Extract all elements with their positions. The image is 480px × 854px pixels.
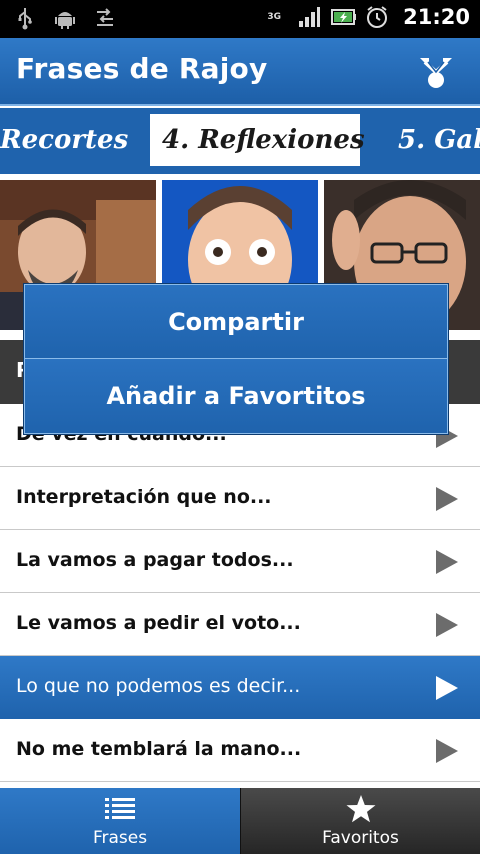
list-icon: [104, 794, 136, 824]
chevron-right-icon: [436, 676, 458, 700]
signal-icon: [297, 5, 321, 29]
network-type-label: 3G: [267, 11, 281, 22]
app-header: Frases de Rajoy: [0, 38, 480, 106]
list-item-label: La vamos a pagar todos...: [16, 549, 294, 571]
chevron-right-icon: [436, 613, 458, 637]
list-item[interactable]: Le vamos a pedir el voto...: [0, 593, 480, 656]
share-icon[interactable]: [416, 52, 456, 92]
nav-frases[interactable]: Frases: [0, 788, 240, 854]
battery-charging-icon: [331, 5, 357, 29]
nav-favoritos[interactable]: Favoritos: [240, 788, 480, 854]
list-item[interactable]: Interpretación que no...: [0, 467, 480, 530]
category-tabs: Recortes 4. Reflexiones 5. Gal: [0, 108, 480, 174]
list-item[interactable]: No me temblará la mano...: [0, 719, 480, 782]
usb-icon: [14, 6, 36, 30]
app-title: Frases de Rajoy: [16, 52, 268, 85]
alarm-icon: [365, 5, 388, 29]
tab-gal[interactable]: 5. Gal: [386, 114, 480, 166]
chevron-right-icon: [436, 487, 458, 511]
data-sync-icon: [94, 6, 116, 30]
list-item-label: Lo que no podemos es decir...: [16, 675, 301, 697]
star-icon: [345, 794, 377, 824]
chevron-right-icon: [436, 739, 458, 763]
bottom-nav: Frases Favoritos: [0, 788, 480, 854]
list-item-selected[interactable]: Lo que no podemos es decir...: [0, 656, 480, 719]
list-item-label: Le vamos a pedir el voto...: [16, 612, 301, 634]
android-debug-icon: [54, 6, 76, 30]
tab-reflexiones[interactable]: 4. Reflexiones: [150, 114, 365, 166]
context-menu: Compartir Añadir a Favortitos: [24, 284, 448, 434]
chevron-right-icon: [436, 550, 458, 574]
nav-frases-label: Frases: [92, 828, 148, 848]
status-bar: 3G 21:20: [0, 0, 480, 38]
nav-favoritos-label: Favoritos: [322, 828, 399, 848]
share-menu-item[interactable]: Compartir: [25, 285, 447, 359]
list-item-label: Interpretación que no...: [16, 486, 272, 508]
clock: 21:20: [403, 5, 470, 29]
tab-recortes[interactable]: Recortes: [0, 114, 140, 166]
list-item-label: No me temblará la mano...: [16, 738, 302, 760]
add-favorite-menu-item[interactable]: Añadir a Favortitos: [25, 359, 447, 433]
list-item[interactable]: La vamos a pagar todos...: [0, 530, 480, 593]
